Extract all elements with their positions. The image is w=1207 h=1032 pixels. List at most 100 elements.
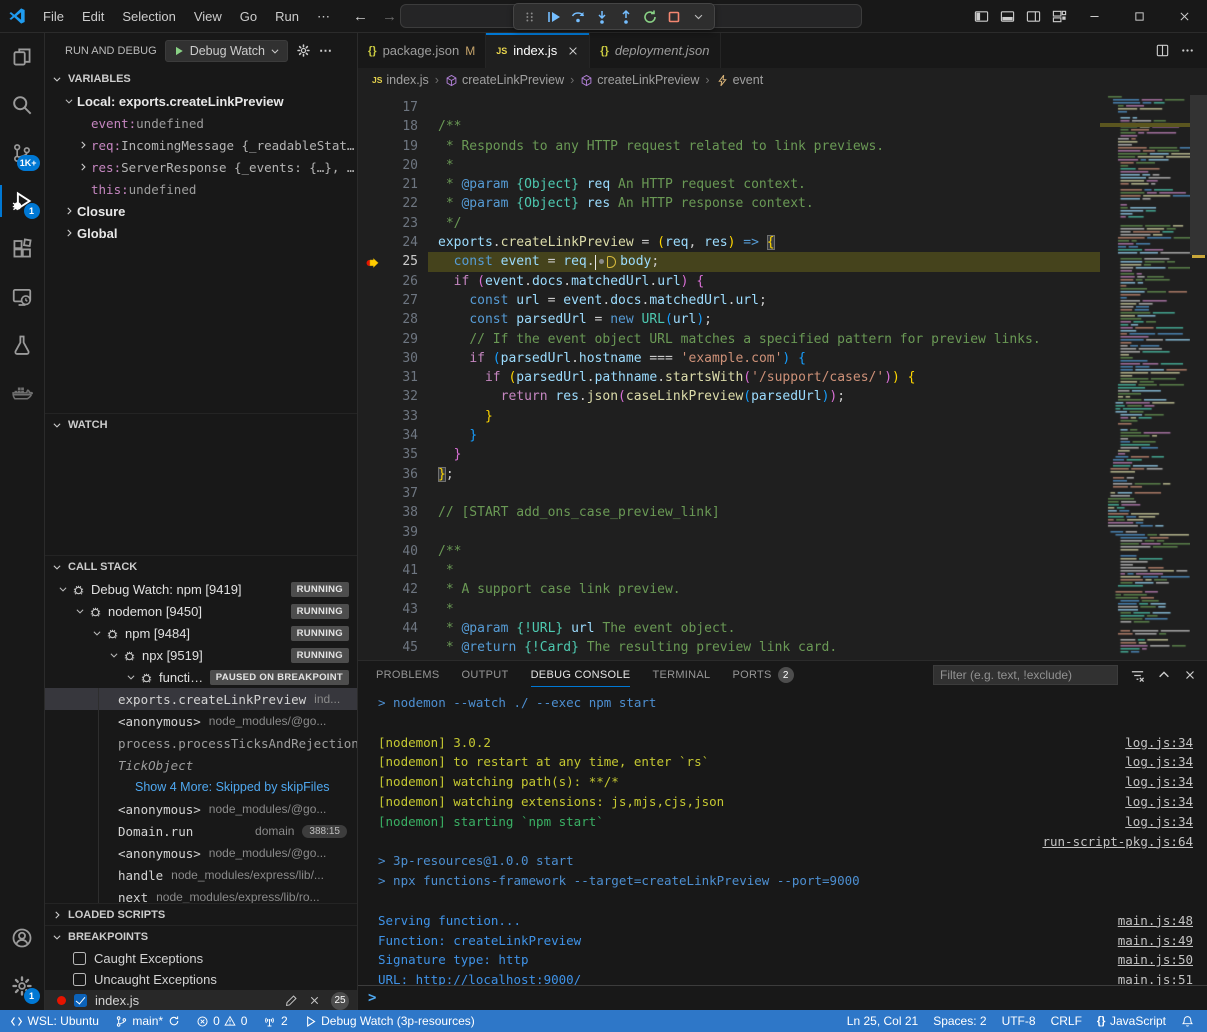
code-line[interactable]: 35 }: [358, 445, 1100, 464]
line-number[interactable]: 43: [386, 600, 418, 619]
chevron-down-icon[interactable]: [72, 606, 88, 616]
code-line[interactable]: 23 */: [358, 214, 1100, 233]
activitybar-testing-icon[interactable]: [0, 321, 45, 369]
stack-frame-row[interactable]: exports.createLinkPreviewind...: [45, 688, 357, 710]
breadcrumb-item[interactable]: JSindex.js: [372, 73, 429, 87]
panel-tab-debug-console[interactable]: DEBUG CONSOLE: [531, 661, 631, 689]
variable-row[interactable]: event: undefined: [45, 112, 357, 134]
console-source-link[interactable]: main.js:51: [1118, 970, 1193, 985]
variable-row[interactable]: req: IncomingMessage {_readableState:…: [45, 134, 357, 156]
editor-gutter[interactable]: 24: [358, 233, 428, 252]
breakpoint-row[interactable]: Caught Exceptions: [45, 948, 357, 969]
panel-tab-terminal[interactable]: TERMINAL: [652, 661, 710, 689]
split-editor-icon[interactable]: [1155, 43, 1170, 58]
code-editor[interactable]: 1718/**19 * Responds to any HTTP request…: [358, 92, 1207, 660]
stack-frame-row[interactable]: Show 4 More: Skipped by skipFiles: [45, 776, 357, 798]
watch-header[interactable]: WATCH: [45, 414, 357, 436]
variables-header[interactable]: VARIABLES: [45, 68, 357, 90]
activitybar-explorer-icon[interactable]: [0, 33, 45, 81]
breakpoints-header[interactable]: BREAKPOINTS: [45, 926, 357, 948]
editor-gutter[interactable]: 39: [358, 523, 428, 542]
breakpoint-margin[interactable]: [358, 214, 386, 233]
filter-results-icon[interactable]: [1130, 668, 1145, 683]
editor-gutter[interactable]: 33: [358, 407, 428, 426]
breakpoint-margin[interactable]: [358, 175, 386, 194]
chevron-right-icon[interactable]: [75, 140, 91, 150]
activitybar-remote-explorer-icon[interactable]: [0, 273, 45, 321]
statusbar-item[interactable]: Debug Watch (3p-resources): [299, 1010, 480, 1032]
breakpoint-margin[interactable]: [358, 387, 386, 406]
code-line[interactable]: 28 const parsedUrl = new URL(url);: [358, 310, 1100, 329]
variable-row[interactable]: res: ServerResponse {_events: {…}, _e…: [45, 156, 357, 178]
variables-scope-row[interactable]: Closure: [45, 200, 357, 222]
code-line[interactable]: 26 if (event.docs.matchedUrl.url) {: [358, 272, 1100, 291]
line-number[interactable]: 18: [386, 117, 418, 136]
menu-file[interactable]: File: [34, 0, 73, 33]
line-number[interactable]: 29: [386, 330, 418, 349]
breadcrumb-item[interactable]: event: [716, 73, 764, 87]
breadcrumb-item[interactable]: createLinkPreview: [580, 73, 699, 87]
stack-frame-row[interactable]: <anonymous>node_modules/@go...: [45, 842, 357, 864]
editor-gutter[interactable]: 30: [358, 349, 428, 368]
editor-gutter[interactable]: 19: [358, 137, 428, 156]
panel-tab-problems[interactable]: PROBLEMS: [376, 661, 440, 689]
editor-gutter[interactable]: 35: [358, 445, 428, 464]
console-source-link[interactable]: log.js:34: [1125, 792, 1193, 812]
editor-gutter[interactable]: 17: [358, 98, 428, 117]
line-number[interactable]: 45: [386, 638, 418, 657]
inline-breakpoint-icon[interactable]: [607, 256, 616, 268]
editor-gutter[interactable]: 36: [358, 465, 428, 484]
breakpoint-row[interactable]: index.js25: [45, 990, 357, 1010]
skipped-frames-link[interactable]: Show 4 More: Skipped by skipFiles: [118, 780, 330, 794]
call-stack-header[interactable]: CALL STACK: [45, 556, 357, 578]
more-actions-icon[interactable]: [1180, 43, 1195, 58]
console-source-link[interactable]: main.js:50: [1118, 950, 1193, 970]
chevron-down-icon[interactable]: [123, 672, 139, 682]
editor-gutter[interactable]: 29: [358, 330, 428, 349]
statusbar-item[interactable]: {}JavaScript: [1092, 1010, 1171, 1032]
breakpoint-margin[interactable]: [358, 407, 386, 426]
line-number[interactable]: 24: [386, 233, 418, 252]
code-line[interactable]: 42 * A support case link preview.: [358, 580, 1100, 599]
code-line[interactable]: 20 *: [358, 156, 1100, 175]
toggle-panel-icon[interactable]: [994, 0, 1020, 33]
debug-session-row[interactable]: npm [9484]RUNNING: [45, 622, 357, 644]
breakpoint-margin[interactable]: [358, 503, 386, 522]
line-number[interactable]: 32: [386, 387, 418, 406]
line-number[interactable]: 31: [386, 368, 418, 387]
breakpoint-margin[interactable]: [358, 619, 386, 638]
breakpoint-margin[interactable]: [358, 426, 386, 445]
code-line[interactable]: 39: [358, 523, 1100, 542]
breakpoint-margin[interactable]: [358, 349, 386, 368]
code-line[interactable]: 40/**: [358, 542, 1100, 561]
chevron-down-icon[interactable]: [55, 584, 71, 594]
statusbar-item[interactable]: main*: [110, 1010, 185, 1032]
code-line[interactable]: 38// [START add_ons_case_preview_link]: [358, 503, 1100, 522]
breakpoint-checkbox[interactable]: [73, 973, 86, 986]
stack-frame-row[interactable]: Domain.rundomain388:15: [45, 820, 357, 842]
views-more-actions-icon[interactable]: ⋯: [319, 43, 332, 59]
code-line[interactable]: 25 const event = req. body;: [358, 252, 1100, 271]
chevron-right-icon[interactable]: [75, 162, 91, 172]
breakpoint-margin[interactable]: [358, 600, 386, 619]
statusbar-item[interactable]: [1176, 1010, 1199, 1032]
variables-scope-row[interactable]: Local: exports.createLinkPreview: [45, 90, 357, 112]
editor-gutter[interactable]: 42: [358, 580, 428, 599]
step-over-icon[interactable]: [566, 5, 590, 28]
code-line[interactable]: 17: [358, 98, 1100, 117]
code-line[interactable]: 44 * @param {!URL} url The event object.: [358, 619, 1100, 638]
line-number[interactable]: 44: [386, 619, 418, 638]
line-number[interactable]: 25: [386, 252, 418, 271]
editor-gutter[interactable]: 44: [358, 619, 428, 638]
menu-[interactable]: ⋯: [308, 0, 339, 33]
breadcrumb-item[interactable]: createLinkPreview: [445, 73, 564, 87]
line-number[interactable]: 42: [386, 580, 418, 599]
code-line[interactable]: 34 }: [358, 426, 1100, 445]
debug-session-row[interactable]: npx [9519]RUNNING: [45, 644, 357, 666]
code-line[interactable]: 19 * Responds to any HTTP request relate…: [358, 137, 1100, 156]
debug-session-row[interactable]: functions-fra...PAUSED ON BREAKPOINT: [45, 666, 357, 688]
breakpoint-margin[interactable]: [358, 523, 386, 542]
line-number[interactable]: 41: [386, 561, 418, 580]
tab-deployment.json[interactable]: {}deployment.json: [590, 33, 720, 68]
line-number[interactable]: 36: [386, 465, 418, 484]
